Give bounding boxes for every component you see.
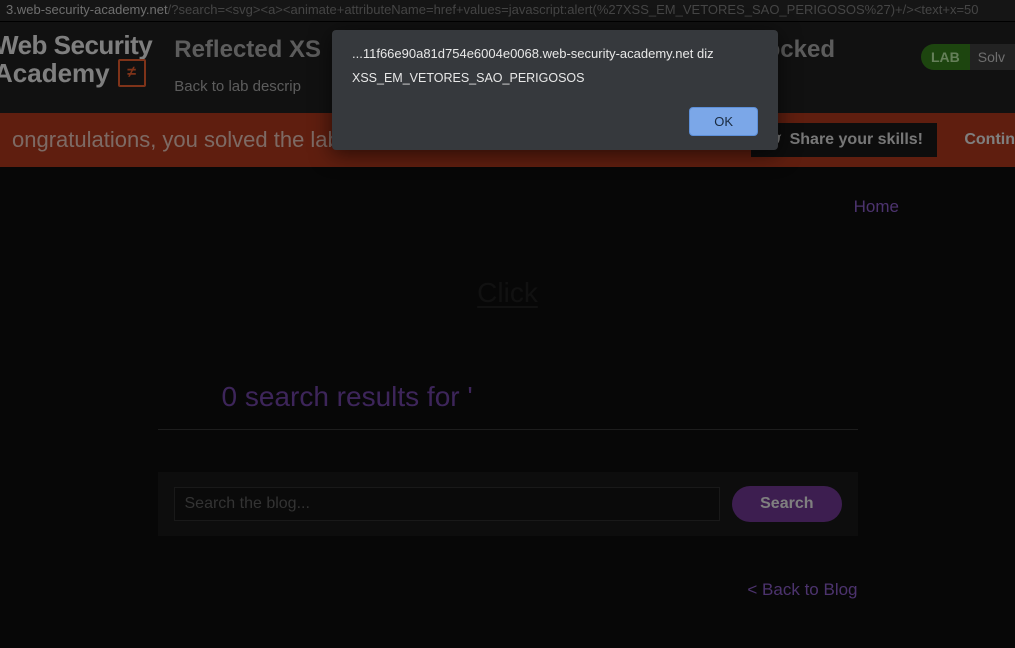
search-input[interactable] — [174, 487, 721, 521]
alert-origin: ...11f66e90a81d754e6004e0068.web-securit… — [352, 46, 758, 61]
search-results-heading: 0 search results for ' — [158, 381, 858, 430]
back-to-blog-link[interactable]: < Back to Blog — [747, 580, 857, 599]
lab-badge: LAB — [921, 44, 970, 70]
share-button[interactable]: Share your skills! — [751, 123, 937, 157]
address-bar[interactable]: 3.web-security-academy.net/?search=<svg>… — [0, 0, 1015, 22]
alert-ok-button[interactable]: OK — [689, 107, 758, 136]
js-alert-dialog: ...11f66e90a81d754e6004e0068.web-securit… — [332, 30, 778, 150]
back-to-blog-wrapper: < Back to Blog — [158, 580, 858, 600]
search-form: Search — [158, 472, 858, 536]
logo-text-2: Academy ≠ — [0, 59, 152, 87]
injected-click-link[interactable]: Click — [477, 277, 538, 308]
main-content: Home Click 0 search results for ' Search… — [0, 167, 1015, 630]
alert-message: XSS_EM_VETORES_SAO_PERIGOSOS — [352, 71, 758, 85]
url-path: /?search=<svg><a><animate+attributeName=… — [168, 2, 979, 17]
lab-status: LAB Solv — [921, 44, 1015, 70]
logo-text-1: Web Security — [0, 32, 152, 59]
url-domain: 3.web-security-academy.net — [6, 2, 168, 17]
injected-svg-link-wrapper: Click — [60, 277, 955, 309]
congrats-text: ongratulations, you solved the lab! — [12, 127, 346, 153]
home-link[interactable]: Home — [854, 197, 899, 216]
alert-button-row: OK — [352, 107, 758, 136]
solved-label: Solv — [970, 44, 1015, 70]
nav-home-wrapper: Home — [60, 197, 955, 217]
academy-logo[interactable]: Web Security Academy ≠ — [0, 32, 152, 87]
continue-link[interactable]: Contin — [964, 131, 1015, 149]
search-section: 0 search results for ' Search < Back to … — [158, 381, 858, 600]
logo-icon: ≠ — [118, 59, 146, 87]
share-button-label: Share your skills! — [790, 131, 923, 149]
search-button[interactable]: Search — [732, 486, 841, 522]
